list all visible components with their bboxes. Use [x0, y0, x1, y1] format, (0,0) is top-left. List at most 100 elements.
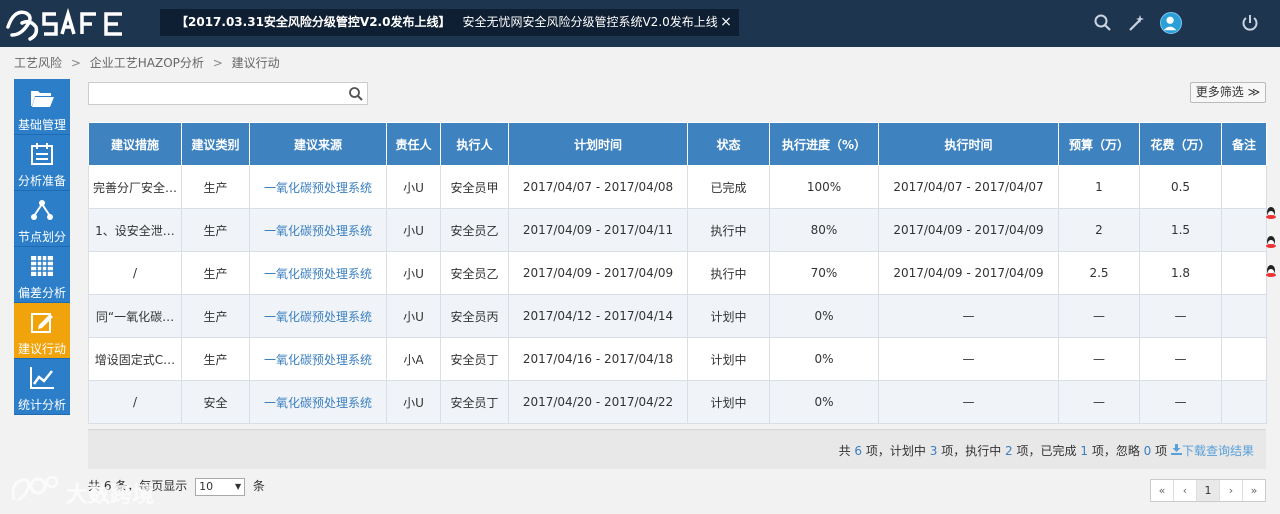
result-summary: 共 6 项，计划中 3 项，执行中 2 项，已完成 1 项，忽略 0 项 下载查…: [88, 429, 1266, 469]
source-link[interactable]: 一氧化碳预处理系统: [249, 165, 387, 209]
search-input[interactable]: [89, 83, 341, 104]
sidebar-item-basic-management[interactable]: 基础管理: [14, 79, 70, 135]
watermark-text: 大数跨境: [66, 482, 154, 508]
table-cell: 安全员丁: [440, 380, 509, 424]
watermark: 大数跨境: [11, 475, 154, 508]
summary-planned-count: 3: [929, 444, 938, 458]
column-header[interactable]: 建议措施: [88, 122, 182, 166]
breadcrumb-item-current: 建议行动: [231, 56, 280, 70]
prev-page-button[interactable]: ‹: [1174, 480, 1197, 501]
table-cell: 1.5: [1139, 208, 1222, 252]
column-header[interactable]: 执行进度（%）: [769, 122, 879, 166]
table-row[interactable]: / 安全 一氧化碳预处理系统 小U 安全员丁 2017/04/20 - 2017…: [88, 380, 1267, 424]
sidebar-item-node-division[interactable]: 节点划分: [14, 191, 70, 247]
summary-text: 项，执行中: [941, 444, 1002, 458]
table-row[interactable]: 1、设安全泄… 生产 一氧化碳预处理系统 小U 安全员乙 2017/04/09 …: [88, 208, 1267, 252]
table-cell: 2017/04/07 - 2017/04/07: [878, 165, 1059, 209]
sidebar-item-recommended-actions[interactable]: 建议行动: [14, 303, 70, 359]
search-box: [88, 82, 368, 105]
summary-completed-count: 1: [1080, 444, 1088, 458]
jsafe-logo[interactable]: [4, 5, 149, 43]
more-filter-button[interactable]: 更多筛选 ≫: [1190, 82, 1266, 103]
source-link[interactable]: 一氧化碳预处理系统: [249, 208, 387, 252]
column-header[interactable]: 计划时间: [508, 122, 688, 166]
table-row[interactable]: / 生产 一氧化碳预处理系统 小U 安全员乙 2017/04/09 - 2017…: [88, 251, 1267, 295]
user-icon: [1163, 16, 1177, 31]
column-header[interactable]: 备注: [1221, 122, 1267, 166]
column-header[interactable]: 花费（万）: [1139, 122, 1222, 166]
table-cell: 0%: [769, 294, 879, 338]
grid-icon: [31, 256, 53, 276]
table-cell: 生产: [181, 165, 250, 209]
sidebar-nav: 基础管理 分析准备 节点划分 偏差分析 建议行动 统计分析: [14, 79, 70, 415]
calendar-icon: [31, 143, 53, 165]
avatar[interactable]: [1160, 12, 1182, 34]
breadcrumb-item-hazop[interactable]: 企业工艺HAZOP分析: [90, 54, 204, 71]
announcement-banner[interactable]: 【2017.03.31安全风险分级管控V2.0发布上线】 安全无忧网安全风险分级管…: [160, 9, 739, 36]
table-cell: 生产: [181, 251, 250, 295]
table-cell: 执行中: [687, 208, 770, 252]
page-size-select[interactable]: 10 ▼: [195, 477, 246, 496]
summary-text: 项，已完成: [1016, 444, 1077, 458]
column-header[interactable]: 预算（万）: [1058, 122, 1140, 166]
power-icon[interactable]: [1240, 13, 1260, 33]
sidebar-item-label: 分析准备: [17, 174, 66, 188]
table-cell: 70%: [769, 251, 879, 295]
sidebar-item-analysis-prep[interactable]: 分析准备: [14, 135, 70, 191]
summary-text: 项，忽略: [1091, 444, 1140, 458]
column-header[interactable]: 建议类别: [181, 122, 250, 166]
column-header[interactable]: 执行时间: [878, 122, 1059, 166]
last-page-button[interactable]: »: [1243, 480, 1265, 501]
column-header[interactable]: 执行人: [440, 122, 509, 166]
page-1-button[interactable]: 1: [1197, 480, 1220, 501]
search-icon[interactable]: [1093, 13, 1113, 33]
table-cell: 80%: [769, 208, 879, 252]
table-cell: 1.8: [1139, 251, 1222, 295]
qq-icon[interactable]: [1264, 206, 1278, 220]
magic-wand-icon[interactable]: [1126, 13, 1146, 33]
breadcrumb-separator: >: [70, 56, 81, 70]
first-page-button[interactable]: «: [1151, 480, 1174, 501]
next-page-button[interactable]: ›: [1220, 480, 1243, 501]
table-row[interactable]: 同“一氧化碳… 生产 一氧化碳预处理系统 小U 安全员丙 2017/04/12 …: [88, 294, 1267, 338]
line-chart-icon: [30, 367, 54, 389]
source-link[interactable]: 一氧化碳预处理系统: [249, 251, 387, 295]
source-link[interactable]: 一氧化碳预处理系统: [249, 294, 387, 338]
table-cell: 1: [1058, 165, 1140, 209]
sidebar-item-deviation-analysis[interactable]: 偏差分析: [14, 247, 70, 303]
table-cell: 安全员丁: [440, 337, 509, 381]
column-header[interactable]: 状态: [687, 122, 770, 166]
search-icon[interactable]: [348, 86, 364, 102]
table-cell: 小U: [386, 380, 441, 424]
page-size-value: 10: [199, 479, 214, 493]
column-header[interactable]: 建议来源: [249, 122, 387, 166]
source-link[interactable]: 一氧化碳预处理系统: [249, 380, 387, 424]
source-link[interactable]: 一氧化碳预处理系统: [249, 337, 387, 381]
table-cell: 安全员乙: [440, 208, 509, 252]
table-cell: 100%: [769, 165, 879, 209]
sidebar-item-statistics[interactable]: 统计分析: [14, 359, 70, 415]
table-cell: —: [1058, 294, 1140, 338]
table-cell: [1221, 208, 1267, 252]
table-cell: 小U: [386, 294, 441, 338]
table-row[interactable]: 增设固定式C… 生产 一氧化碳预处理系统 小A 安全员丁 2017/04/16 …: [88, 337, 1267, 381]
table-cell: 完善分厂安全…: [88, 165, 182, 209]
table-cell: 2017/04/09 - 2017/04/09: [508, 251, 688, 295]
table-cell: 增设固定式C…: [88, 337, 182, 381]
summary-executing-count: 2: [1005, 444, 1013, 458]
breadcrumb-separator: >: [212, 56, 223, 70]
download-results-link[interactable]: 下载查询结果: [1170, 444, 1254, 458]
table-cell: 生产: [181, 337, 250, 381]
table-cell: [1221, 294, 1267, 338]
breadcrumb-item-process-risk[interactable]: 工艺风险: [14, 54, 62, 71]
table-cell: —: [878, 294, 1059, 338]
page-size-suffix: 条: [252, 479, 265, 493]
close-icon[interactable]: ×: [719, 9, 733, 36]
table-cell: 安全员甲: [440, 165, 509, 209]
table-cell: —: [1058, 380, 1140, 424]
column-header[interactable]: 责任人: [386, 122, 441, 166]
qq-icon[interactable]: [1264, 235, 1278, 249]
table-row[interactable]: 完善分厂安全… 生产 一氧化碳预处理系统 小U 安全员甲 2017/04/07 …: [88, 165, 1267, 209]
top-bar: 【2017.03.31安全风险分级管控V2.0发布上线】 安全无忧网安全风险分级管…: [0, 0, 1280, 47]
qq-icon[interactable]: [1264, 264, 1278, 278]
